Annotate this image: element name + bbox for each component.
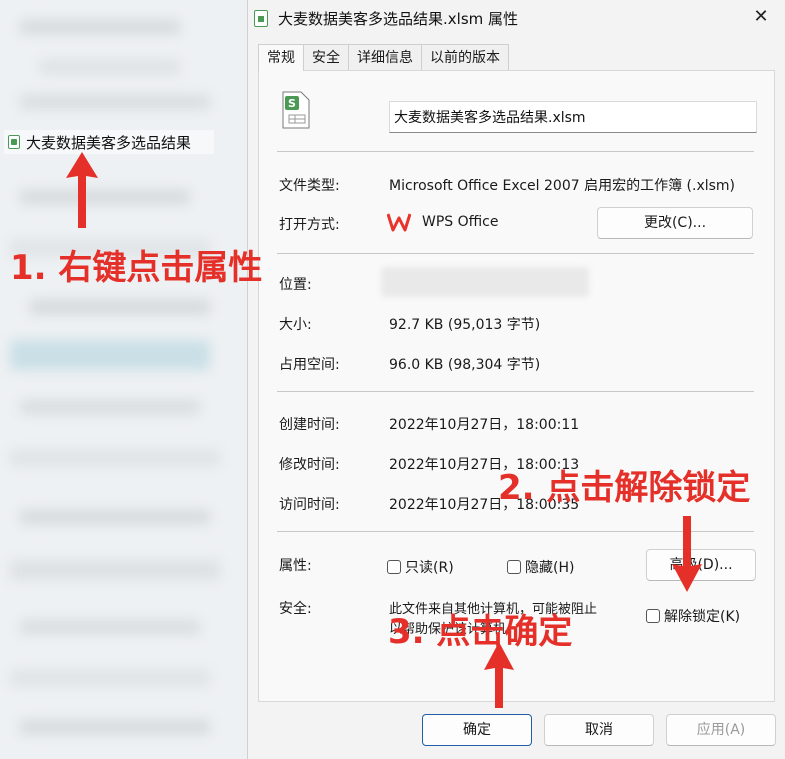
attributes-label: 属性:	[279, 558, 312, 574]
tab-previous-versions[interactable]: 以前的版本	[421, 44, 509, 70]
excel-file-icon	[254, 9, 268, 27]
filename-input[interactable]	[389, 101, 757, 133]
excel-file-icon	[8, 135, 20, 149]
readonly-checkbox[interactable]: 只读(R)	[387, 557, 454, 577]
created-value: 2022年10月27日，18:00:11	[389, 417, 580, 433]
close-button[interactable]: ✕	[748, 6, 774, 28]
excel-file-large-icon: S	[282, 91, 310, 129]
annotation-arrow-down-2	[672, 516, 702, 592]
open-with-app: WPS Office	[422, 214, 499, 230]
divider	[277, 151, 754, 152]
readonly-label: 只读(R)	[405, 560, 454, 576]
hidden-checkbox[interactable]: 隐藏(H)	[507, 557, 574, 577]
divider	[277, 253, 754, 254]
size-on-disk-value: 96.0 KB (98,304 字节)	[389, 357, 541, 373]
tab-bar: 常规 安全 详细信息 以前的版本	[258, 44, 509, 71]
unblock-label: 解除锁定(K)	[664, 609, 741, 625]
divider	[277, 391, 754, 392]
wps-logo-icon	[387, 213, 411, 232]
ok-button[interactable]: 确定	[422, 714, 532, 746]
annotation-step3: 3. 点击确定	[388, 612, 573, 652]
file-type-label: 文件类型:	[279, 178, 340, 194]
tab-security[interactable]: 安全	[303, 44, 349, 70]
annotation-step2: 2. 点击解除锁定	[498, 468, 751, 508]
checkbox-box[interactable]	[646, 609, 660, 623]
location-label: 位置:	[279, 277, 312, 293]
size-label: 大小:	[279, 317, 312, 333]
size-value: 92.7 KB (95,013 字节)	[389, 317, 541, 333]
created-label: 创建时间:	[279, 417, 340, 433]
location-value-redacted	[381, 267, 589, 297]
tab-details[interactable]: 详细信息	[348, 44, 422, 70]
checkbox-box[interactable]	[387, 560, 401, 574]
checkbox-box[interactable]	[507, 560, 521, 574]
hidden-label: 隐藏(H)	[525, 560, 575, 576]
annotation-arrow-up-1	[66, 152, 98, 228]
file-type-value: Microsoft Office Excel 2007 启用宏的工作簿 (.xl…	[389, 178, 736, 194]
annotation-step1: 1. 右键点击属性	[10, 248, 263, 288]
svg-text:S: S	[288, 97, 296, 110]
title-bar[interactable]: 大麦数据美客多选品结果.xlsm 属性 ✕	[248, 0, 785, 36]
security-label: 安全:	[279, 601, 312, 617]
apply-button[interactable]: 应用(A)	[666, 714, 776, 746]
modified-label: 修改时间:	[279, 457, 340, 473]
explorer-file-label: 大麦数据美客多选品结果	[26, 133, 192, 152]
change-button[interactable]: 更改(C)...	[597, 207, 753, 239]
accessed-label: 访问时间:	[279, 497, 340, 513]
tab-general[interactable]: 常规	[258, 44, 304, 71]
size-on-disk-label: 占用空间:	[279, 357, 340, 373]
cancel-button[interactable]: 取消	[544, 714, 654, 746]
blurred-file-list	[0, 0, 250, 759]
explorer-file-item[interactable]: 大麦数据美客多选品结果	[4, 130, 214, 154]
open-with-label: 打开方式:	[279, 217, 340, 233]
dialog-title: 大麦数据美客多选品结果.xlsm 属性	[278, 9, 519, 28]
annotation-arrow-down-3	[484, 642, 514, 708]
unblock-checkbox[interactable]: 解除锁定(K)	[646, 606, 740, 626]
explorer-background: 大麦数据美客多选品结果	[0, 0, 250, 759]
